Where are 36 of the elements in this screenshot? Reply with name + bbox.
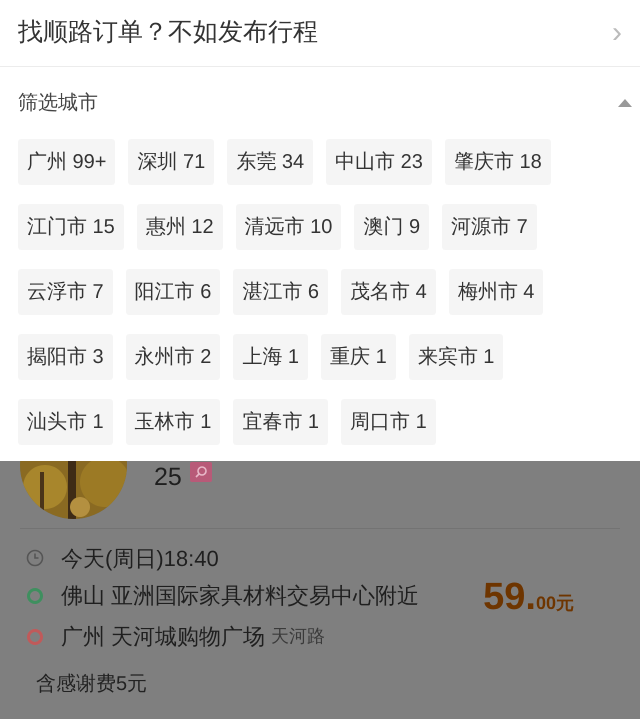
city-chip[interactable]: 周口市 1 (341, 399, 436, 445)
road-name: 天河路 (271, 625, 326, 648)
city-chip[interactable]: 河源市 7 (442, 204, 537, 250)
city-chip[interactable]: 澳门 9 (354, 204, 430, 250)
price: 59.00元 (483, 575, 574, 620)
departure-time: 今天(周日)18:40 (61, 544, 219, 572)
city-chip[interactable]: 清远市 10 (236, 204, 342, 250)
city-chip[interactable]: 广州 99+ (18, 139, 116, 185)
city-chip[interactable]: 云浮市 7 (18, 269, 113, 315)
city-chip[interactable]: 梅州市 4 (448, 269, 544, 315)
header-title: 找顺路订单？不如发布行程 (18, 17, 318, 48)
city-chip[interactable]: 揭阳市 3 (18, 334, 113, 380)
city-chip[interactable]: 茂名市 4 (341, 269, 436, 315)
city-chip[interactable]: 深圳 71 (128, 139, 214, 185)
collapse-icon[interactable] (618, 99, 632, 107)
passenger-count: 25 (154, 462, 182, 493)
city-chip[interactable]: 玉林市 1 (126, 399, 220, 445)
city-chip[interactable]: 肇庆市 18 (444, 139, 551, 185)
city-chip[interactable]: 重庆 1 (321, 334, 396, 380)
city-chip[interactable]: 来宾市 1 (408, 334, 504, 380)
clock-icon (26, 549, 44, 567)
search-badge-icon (190, 462, 212, 482)
stop-address: 广州 天河城购物广场 (61, 623, 266, 651)
city-chip[interactable]: 宜春市 1 (233, 399, 328, 445)
city-chip[interactable]: 汕头市 1 (18, 399, 113, 445)
city-chip[interactable]: 东莞 34 (227, 139, 314, 185)
city-chip[interactable]: 惠州 12 (136, 204, 223, 250)
city-chip[interactable]: 阳江市 6 (126, 269, 220, 315)
city-chip[interactable]: 中山市 23 (326, 139, 432, 185)
city-chip[interactable]: 上海 1 (233, 334, 308, 380)
fee-note: 含感谢费5元 (36, 672, 148, 697)
city-chip[interactable]: 永州市 2 (126, 334, 220, 380)
stop-address: 佛山 亚洲国际家具材料交易中心附近 (61, 582, 420, 610)
city-chip[interactable]: 湛江市 6 (233, 269, 328, 315)
city-chip[interactable]: 江门市 15 (18, 204, 124, 250)
filter-title: 筛选城市 (18, 91, 98, 116)
